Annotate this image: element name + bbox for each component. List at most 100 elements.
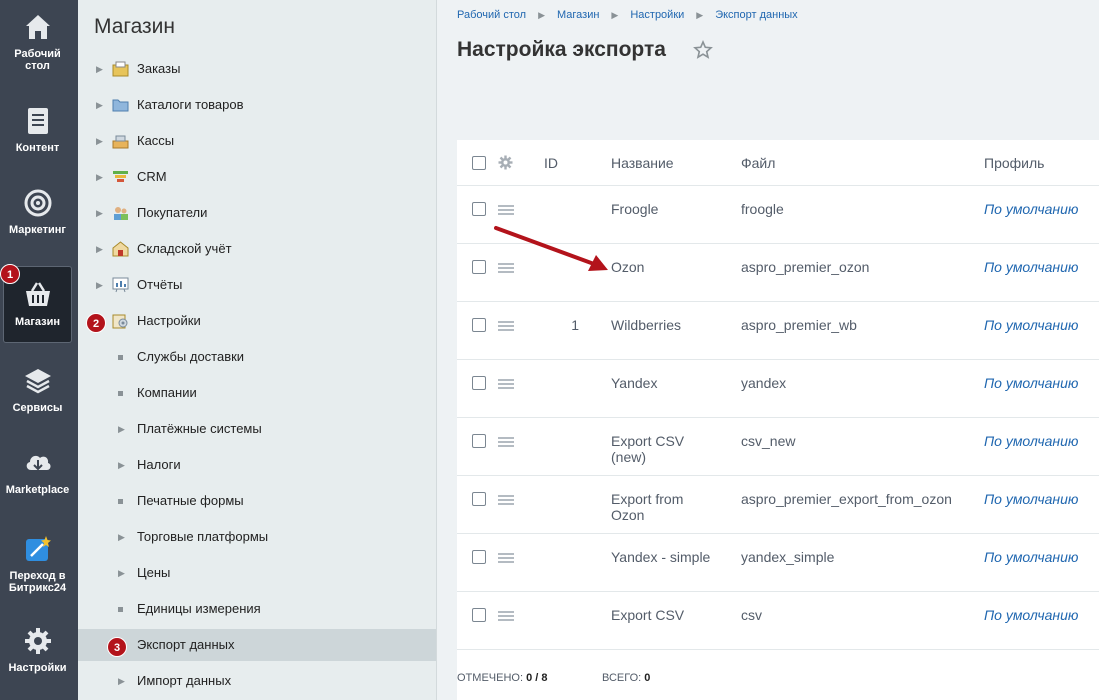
iconbar-item-content[interactable]: Контент (3, 106, 72, 154)
menu-item-settings[interactable]: ▼ Настройки (78, 305, 436, 337)
star-icon[interactable] (693, 40, 713, 60)
gear-icon[interactable] (498, 155, 513, 170)
profile-link[interactable]: По умолчанию (984, 549, 1084, 565)
expand-arrow-icon[interactable]: ▶ (96, 233, 103, 265)
iconbar-item-bitrix24[interactable]: Переход в Битрикс24 (3, 534, 72, 594)
table-row[interactable]: 1 Wildberries aspro_premier_wb По умолча… (457, 302, 1099, 360)
breadcrumb-item[interactable]: Экспорт данных (715, 9, 797, 21)
breadcrumb-item[interactable]: Магазин (557, 9, 599, 21)
annotation-badge-3: 3 (107, 637, 127, 657)
table-row[interactable]: Export CSV csv По умолчанию (457, 592, 1099, 650)
expand-arrow-icon[interactable]: ▶ (118, 557, 125, 589)
expand-arrow-icon[interactable]: ▶ (96, 53, 103, 85)
row-checkbox[interactable] (472, 434, 486, 448)
iconbar-item-services[interactable]: Сервисы (3, 366, 72, 414)
menu-item-reports[interactable]: ▶ Отчёты (78, 269, 436, 301)
drag-handle-icon[interactable] (498, 437, 514, 447)
column-header-name[interactable]: Название (611, 155, 674, 171)
menu-item-warehouse[interactable]: ▶ Складской учёт (78, 233, 436, 265)
submenu-item-companies[interactable]: Компании (78, 377, 436, 409)
cloud-download-icon (26, 455, 51, 471)
expand-arrow-icon[interactable]: ▶ (96, 125, 103, 157)
submenu-item-taxes[interactable]: ▶ Налоги (78, 449, 436, 481)
expand-arrow-icon[interactable]: ▶ (96, 161, 103, 193)
iconbar-label: Настройки (8, 662, 67, 674)
profile-link[interactable]: По умолчанию (984, 491, 1084, 507)
chevron-right-icon: ▶ (611, 10, 619, 20)
table-row[interactable]: Yandex yandex По умолчанию (457, 360, 1099, 418)
iconbar-item-marketplace[interactable]: Marketplace (3, 448, 72, 496)
menu-item-orders[interactable]: ▶ Заказы (78, 53, 436, 85)
row-checkbox[interactable] (472, 550, 486, 564)
menu-item-label: Печатные формы (137, 493, 244, 508)
expand-arrow-icon[interactable]: ▶ (96, 269, 103, 301)
submenu-item-print-forms[interactable]: Печатные формы (78, 485, 436, 517)
submenu-item-trading-platforms[interactable]: ▶ Торговые платформы (78, 521, 436, 553)
cell-file: yandex_simple (741, 549, 835, 565)
column-header-id[interactable]: ID (544, 155, 558, 171)
menu-item-label: Покупатели (137, 205, 208, 220)
menu-item-catalogs[interactable]: ▶ Каталоги товаров (78, 89, 436, 121)
row-checkbox[interactable] (472, 318, 486, 332)
select-all-checkbox[interactable] (472, 156, 486, 170)
drag-handle-icon[interactable] (498, 379, 514, 389)
menu-item-label: Компании (137, 385, 197, 400)
breadcrumb-item[interactable]: Настройки (630, 9, 684, 21)
expand-arrow-icon[interactable]: ▶ (96, 89, 103, 121)
row-checkbox[interactable] (472, 202, 486, 216)
profile-link[interactable]: По умолчанию (984, 375, 1084, 391)
row-checkbox[interactable] (472, 492, 486, 506)
column-header-file[interactable]: Файл (741, 155, 775, 171)
submenu-item-delivery[interactable]: Службы доставки (78, 341, 436, 373)
table-row[interactable]: Yandex - simple yandex_simple По умолчан… (457, 534, 1099, 592)
profile-link[interactable]: По умолчанию (984, 433, 1084, 449)
submenu-item-payment-systems[interactable]: ▶ Платёжные системы (78, 413, 436, 445)
profile-link[interactable]: По умолчанию (984, 259, 1084, 275)
profile-link[interactable]: По умолчанию (984, 317, 1084, 333)
menu-item-cash-registers[interactable]: ▶ Кассы (78, 125, 436, 157)
iconbar-item-marketing[interactable]: Маркетинг (3, 188, 72, 236)
breadcrumb-item[interactable]: Рабочий стол (457, 9, 526, 21)
funnel-icon (113, 171, 128, 182)
profile-link[interactable]: По умолчанию (984, 607, 1084, 623)
drag-handle-icon[interactable] (498, 321, 514, 331)
menu-item-label: Отчёты (137, 277, 183, 292)
submenu-item-units[interactable]: Единицы измерения (78, 593, 436, 625)
annotation-badge-1: 1 (0, 264, 20, 284)
shop-menu-panel: Магазин ▶ Заказы ▶ Каталоги товаров ▶ Ка… (78, 0, 437, 700)
submenu-item-data-export[interactable]: Экспорт данных (78, 629, 436, 661)
menu-item-label: CRM (137, 169, 167, 184)
row-checkbox[interactable] (472, 260, 486, 274)
drag-handle-icon[interactable] (498, 553, 514, 563)
drag-handle-icon[interactable] (498, 495, 514, 505)
cell-file: csv_new (741, 433, 796, 449)
table-row[interactable]: Export CSV (new) csv_new По умолчанию (457, 418, 1099, 476)
row-checkbox[interactable] (472, 608, 486, 622)
menu-item-label: Налоги (137, 457, 181, 472)
iconbar-label: Маркетинг (9, 224, 66, 236)
bullet-icon (118, 355, 123, 360)
expand-arrow-icon[interactable]: ▶ (96, 197, 103, 229)
menu-item-crm[interactable]: ▶ CRM (78, 161, 436, 193)
iconbar-item-desktop[interactable]: Рабочий стол (3, 12, 72, 72)
expand-arrow-icon[interactable]: ▶ (118, 665, 125, 697)
row-checkbox[interactable] (472, 376, 486, 390)
cell-file: aspro_premier_export_from_ozon (741, 491, 952, 507)
menu-item-customers[interactable]: ▶ Покупатели (78, 197, 436, 229)
expand-arrow-icon[interactable]: ▶ (118, 449, 125, 481)
submenu-item-prices[interactable]: ▶ Цены (78, 557, 436, 589)
submenu-item-data-import[interactable]: ▶ Импорт данных (78, 665, 436, 697)
drag-handle-icon[interactable] (498, 205, 514, 215)
drag-handle-icon[interactable] (498, 611, 514, 621)
cell-file: csv (741, 607, 762, 623)
page-title: Настройка экспорта (457, 38, 666, 61)
marked-label: ОТМЕЧЕНО: (457, 672, 523, 684)
column-header-profile[interactable]: Профиль (984, 155, 1044, 171)
settings-icon (112, 314, 128, 329)
table-row[interactable]: Export from Ozon aspro_premier_export_fr… (457, 476, 1099, 534)
profile-link[interactable]: По умолчанию (984, 201, 1084, 217)
expand-arrow-icon[interactable]: ▶ (118, 413, 125, 445)
iconbar-item-settings[interactable]: Настройки (3, 626, 72, 674)
cell-name: Wildberries (611, 317, 682, 333)
expand-arrow-icon[interactable]: ▶ (118, 521, 125, 553)
